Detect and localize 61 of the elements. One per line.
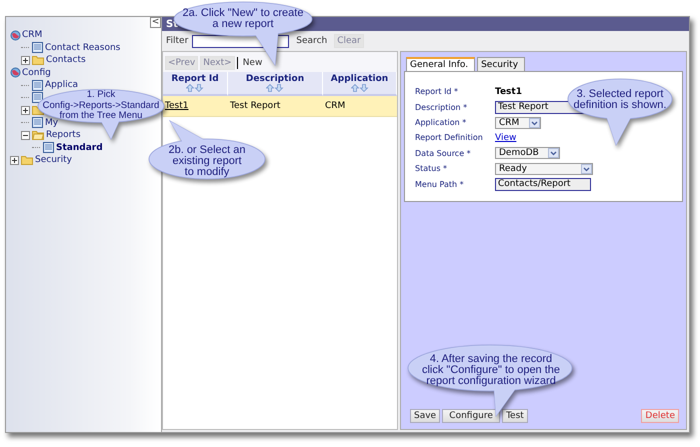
text-field[interactable]: Contacts/Report xyxy=(495,178,591,191)
table-cell[interactable]: Test Report xyxy=(228,96,323,117)
page-icon xyxy=(32,117,43,128)
field-label: Menu Path * xyxy=(415,180,465,189)
chevron-down-icon xyxy=(581,164,592,174)
globe-icon xyxy=(10,30,21,41)
pager-button[interactable]: New xyxy=(240,56,266,70)
callout-tooltip: 3. Selected report definition is shown. xyxy=(566,77,674,147)
dropdown[interactable]: CRM xyxy=(495,116,541,129)
record-link[interactable]: Test1 xyxy=(165,101,188,111)
column-title: Report Id xyxy=(171,74,219,84)
open-folder-icon xyxy=(32,130,44,140)
column-title: Application xyxy=(330,74,388,84)
page-icon xyxy=(43,142,54,154)
expand-icon[interactable] xyxy=(10,156,19,165)
chevron-down-icon xyxy=(529,118,540,128)
field-label: Data Source * xyxy=(415,148,472,158)
tree-item[interactable]: CRM xyxy=(22,30,42,40)
expand-icon[interactable] xyxy=(21,106,30,115)
action-button[interactable]: Test xyxy=(502,409,528,423)
action-button[interactable]: Configure xyxy=(442,409,500,423)
page-icon xyxy=(32,92,43,104)
globe-icon xyxy=(10,67,21,78)
tree-item[interactable]: My xyxy=(45,118,58,128)
tree-item[interactable]: Reports xyxy=(46,130,81,140)
table-cell[interactable]: CRM xyxy=(323,96,397,117)
tab[interactable]: Security xyxy=(477,57,526,72)
expand-icon[interactable] xyxy=(21,56,30,65)
page-icon xyxy=(32,80,43,91)
tree-item[interactable]: Config xyxy=(22,68,51,78)
column-header[interactable]: Report Id xyxy=(163,72,228,96)
field-label: Report Id * xyxy=(415,87,460,96)
column-header[interactable]: Application xyxy=(323,72,397,96)
page-icon xyxy=(32,42,43,54)
field-value: Test1 xyxy=(495,86,522,97)
dropdown[interactable]: DemoDB xyxy=(495,147,560,160)
tree-item[interactable]: Contact Reasons xyxy=(45,42,120,53)
collapse-icon[interactable] xyxy=(21,130,30,140)
action-button[interactable]: Save xyxy=(410,409,440,423)
field-label: Report Definition xyxy=(415,133,484,142)
tab[interactable]: General Info. xyxy=(406,57,476,72)
filter-label: Filter xyxy=(166,36,188,46)
dropdown[interactable]: Ready xyxy=(495,162,593,175)
folder-icon xyxy=(32,55,44,66)
tree-item[interactable]: Applica xyxy=(45,80,78,90)
action-button[interactable]: Delete xyxy=(641,409,679,423)
tree-item[interactable]: Security xyxy=(35,155,72,166)
column-title: Description xyxy=(246,74,304,84)
folder-icon xyxy=(21,155,33,166)
column-header[interactable]: Description xyxy=(228,72,323,96)
callout-tooltip: 2b. or Select an existing report to modify xyxy=(148,121,266,181)
chevron-down-icon xyxy=(548,148,559,158)
field-label: Description * xyxy=(415,102,468,112)
search-button[interactable]: Search xyxy=(293,34,330,48)
collapse-button[interactable]: < xyxy=(150,17,161,28)
table-cell[interactable]: Test1 xyxy=(163,96,228,117)
field-label: Status * xyxy=(415,164,448,174)
view-link[interactable]: View xyxy=(495,132,516,143)
tree-item[interactable]: Contacts xyxy=(46,55,86,66)
tree-item[interactable]: Standard xyxy=(56,142,103,153)
field-label: Application * xyxy=(415,118,468,128)
